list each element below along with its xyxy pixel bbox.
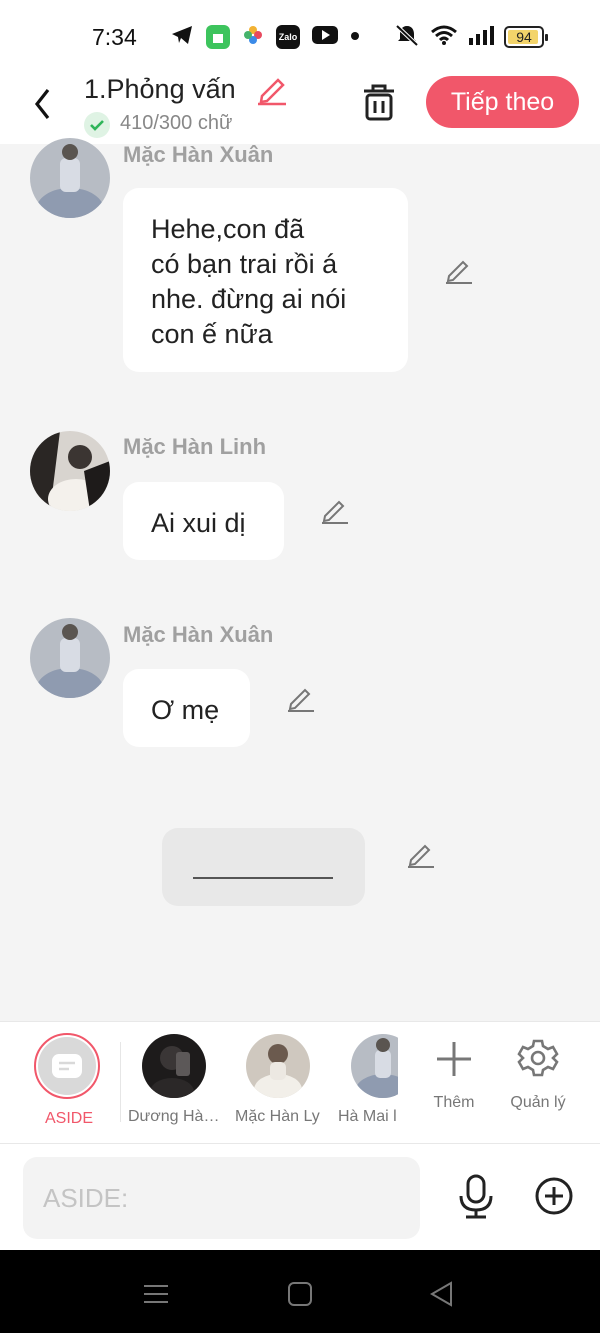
voice-button[interactable] <box>456 1174 496 1220</box>
avatar[interactable] <box>30 618 110 698</box>
message-line: Hehe,con đã <box>151 214 305 244</box>
dot-icon <box>350 28 360 46</box>
pencil-icon <box>288 688 314 712</box>
avatar <box>351 1034 398 1098</box>
triangle-back-icon <box>430 1281 452 1307</box>
microphone-icon <box>459 1174 493 1219</box>
telegram-icon <box>170 24 194 51</box>
character-name: Dương Hà… <box>128 1108 220 1125</box>
character-name: Mặc Hàn Ly <box>235 1108 320 1125</box>
status-time: 7:34 <box>92 24 137 50</box>
avatar[interactable] <box>30 138 110 218</box>
pencil-icon <box>322 500 348 524</box>
battery-indicator: 94 <box>504 26 548 48</box>
back-nav-button[interactable] <box>428 1280 456 1308</box>
youtube-icon <box>312 25 338 50</box>
pencil-icon <box>446 260 472 284</box>
aside-bubble[interactable] <box>162 828 365 906</box>
home-square-icon <box>288 1282 312 1306</box>
edit-message-button[interactable] <box>320 496 350 526</box>
message-input[interactable] <box>23 1157 420 1239</box>
message-bubble[interactable]: Ơ mẹ <box>123 669 250 747</box>
sender-name: Mặc Hàn Linh <box>123 434 267 459</box>
character-item[interactable]: Mặc Hàn Ly <box>234 1022 326 1144</box>
avatar <box>142 1034 206 1098</box>
plus-icon <box>437 1042 471 1076</box>
signal-icon <box>468 24 494 51</box>
message-line: có bạn trai rồi á <box>151 249 338 279</box>
navigation-bar <box>0 1250 600 1333</box>
wifi-icon <box>430 24 458 51</box>
message-bubble[interactable]: Ai xui dị <box>123 482 284 560</box>
edit-message-button[interactable] <box>444 256 474 286</box>
photos-icon <box>242 24 264 51</box>
title-edit-button[interactable] <box>254 74 288 106</box>
input-bar <box>0 1143 600 1250</box>
edit-message-button[interactable] <box>406 840 436 870</box>
character-item[interactable]: Dương Hà… <box>128 1022 220 1144</box>
next-button[interactable]: Tiếp theo <box>426 76 579 128</box>
menu-icon <box>144 1285 168 1303</box>
character-bar: ASIDE Dương Hà… Mặc Hàn Ly Hà Mai l Thêm… <box>0 1021 600 1143</box>
add-label: Thêm <box>433 1094 475 1111</box>
blank-line <box>193 877 333 879</box>
character-item[interactable]: Hà Mai l <box>338 1022 398 1144</box>
plus-circle-icon <box>535 1177 573 1215</box>
back-button[interactable] <box>28 84 58 124</box>
page-title: 1.Phỏng vấn <box>84 74 236 104</box>
chevron-left-icon <box>34 89 50 119</box>
manage-button[interactable]: Quản lý <box>508 1038 568 1138</box>
pencil-icon <box>258 78 286 106</box>
avatar[interactable] <box>30 431 110 511</box>
manage-label: Quản lý <box>510 1094 566 1111</box>
pencil-icon <box>408 844 434 868</box>
gear-icon <box>517 1039 559 1077</box>
divider <box>120 1042 121 1122</box>
header: 1.Phỏng vấn 410/300 chữ Tiếp theo <box>0 74 600 144</box>
add-character-button[interactable]: Thêm <box>424 1038 484 1138</box>
menu-nav-button[interactable] <box>142 1280 170 1308</box>
store-icon <box>206 25 230 49</box>
avatar <box>246 1034 310 1098</box>
status-bar: 7:34 Zalo 94 <box>0 0 600 74</box>
check-icon <box>84 112 110 138</box>
notification-icons: Zalo <box>170 24 360 50</box>
word-count: 410/300 chữ <box>120 112 233 134</box>
system-icons: 94 <box>394 23 548 52</box>
message-bubble[interactable]: Hehe,con đã có bạn trai rồi á nhe. đừng … <box>123 188 408 372</box>
zalo-icon: Zalo <box>276 25 300 49</box>
sender-name: Mặc Hàn Xuân <box>123 622 274 647</box>
message-line: con ế nữa <box>151 319 273 349</box>
aside-icon <box>52 1054 82 1078</box>
aside-label: ASIDE <box>45 1110 94 1127</box>
mute-icon <box>394 23 420 52</box>
home-nav-button[interactable] <box>286 1280 314 1308</box>
character-name: Hà Mai l <box>338 1108 397 1125</box>
aside-button[interactable] <box>34 1033 100 1099</box>
battery-level: 94 <box>516 29 532 45</box>
trash-icon <box>364 84 394 121</box>
message-line: nhe. đừng ai nói <box>151 284 347 314</box>
delete-button[interactable] <box>360 82 398 122</box>
sender-name: Mặc Hàn Xuân <box>123 142 274 167</box>
message-text: Ai xui dị <box>151 508 246 538</box>
message-text: Ơ mẹ <box>151 695 220 725</box>
edit-message-button[interactable] <box>286 684 316 714</box>
more-button[interactable] <box>534 1176 574 1216</box>
